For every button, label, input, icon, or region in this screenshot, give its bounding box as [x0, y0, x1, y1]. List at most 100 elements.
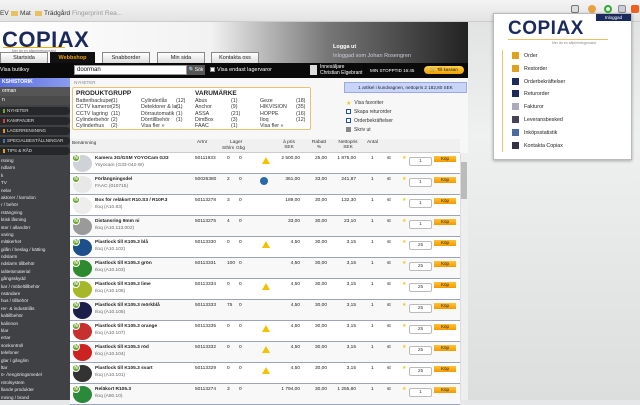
- brand-link[interactable]: HOPPE: [260, 111, 279, 117]
- shop-view-link[interactable]: Visa butikvy: [0, 67, 29, 73]
- sidebar-category[interactable]: mläkerhet: [0, 238, 70, 245]
- history-item[interactable]: n: [0, 96, 70, 105]
- popup-menu-returorder[interactable]: Returorder: [512, 90, 549, 98]
- sidebar-category[interactable]: ndslarm: [0, 253, 70, 260]
- col-artnr[interactable]: Artnr: [197, 140, 207, 145]
- cast-icon[interactable]: [571, 5, 579, 13]
- favorite-star-icon[interactable]: ★: [402, 387, 406, 392]
- sidebar-category[interactable]: kaltillbehör: [0, 312, 70, 319]
- col-name[interactable]: Benämning: [72, 141, 96, 146]
- buy-button[interactable]: Köp: [434, 303, 456, 309]
- popup-menu-leveransbesked[interactable]: Leveransbesked: [512, 116, 563, 123]
- tab-startsida[interactable]: Startsida: [0, 52, 48, 63]
- col-price[interactable]: à pris SEK: [278, 140, 300, 150]
- brand-link[interactable]: Visa fler »: [260, 123, 283, 129]
- product-name[interactable]: Box för reläkort R10.S3 / R10P.3: [95, 198, 167, 203]
- sidebar-category[interactable]: nsändare: [0, 290, 70, 297]
- product-name[interactable]: Plastlock till K105.3 svart: [95, 366, 153, 371]
- bookmark-tradgard[interactable]: Trädgård: [35, 10, 70, 17]
- brand-link[interactable]: HIKVISION: [260, 104, 287, 110]
- sidebar-category[interactable]: ltar: [0, 364, 70, 371]
- product-group-link[interactable]: Dörrtillbehör: [141, 117, 170, 123]
- sidebar-category[interactable]: rer- & industrilås: [0, 305, 70, 312]
- history-item[interactable]: orman: [0, 87, 70, 96]
- search-history-header[interactable]: KSHISTORIK: [0, 78, 70, 87]
- scrollbar-thumb[interactable]: [461, 162, 467, 199]
- sidebar-category[interactable]: gångsskydd: [0, 275, 70, 282]
- product-group-link[interactable]: Cylinderbehör: [76, 117, 109, 123]
- product-name[interactable]: Plastlock till K105.3 lime: [95, 282, 151, 287]
- print-link[interactable]: Skriv ut: [346, 127, 371, 133]
- buy-button[interactable]: Köp: [434, 177, 456, 183]
- buy-button[interactable]: Köp: [434, 198, 456, 204]
- quantity-input[interactable]: 25: [409, 262, 432, 271]
- product-group-link[interactable]: Visa fler »: [141, 123, 164, 129]
- product-name[interactable]: Plastlock till K105.3 orange: [95, 324, 157, 329]
- checkout-button[interactable]: 🛒 Till kassan: [424, 66, 464, 74]
- sidebar-button-tips-råd[interactable]: TIPS & RÅD: [0, 147, 70, 155]
- buy-button[interactable]: Köp: [434, 345, 456, 351]
- sidebar-button-nyheter[interactable]: NYHETER: [0, 107, 70, 115]
- product-name[interactable]: Förlängningsdel: [95, 177, 132, 182]
- product-name[interactable]: Reläkort R105.3: [95, 387, 131, 392]
- col-net[interactable]: Nettopris SEK: [335, 140, 361, 150]
- sidebar-category[interactable]: gilån / beslag / kätting: [0, 246, 70, 253]
- sidebar-button-lagerrensning[interactable]: LAGERRENSNING: [0, 127, 70, 135]
- favorite-star-icon[interactable]: ★: [402, 345, 406, 350]
- quantity-input[interactable]: 1: [409, 157, 432, 166]
- product-group-link[interactable]: CCTV lagring: [76, 111, 108, 117]
- favorite-star-icon[interactable]: ★: [402, 303, 406, 308]
- search-button[interactable]: 🔍Sök: [187, 65, 205, 75]
- create-return-link[interactable]: Skapa returorder: [346, 109, 392, 115]
- brand-link[interactable]: Geze: [260, 98, 273, 104]
- brand-link[interactable]: Iloq: [260, 117, 269, 123]
- sidebar-category[interactable]: ö- /rengöringsmedel: [0, 371, 70, 378]
- sidebar-category[interactable]: rstängning: [0, 209, 70, 216]
- popup-menu-kontakta-copiax[interactable]: Kontakta Copiax: [512, 141, 563, 149]
- product-name[interactable]: Plastlock till K105.3 grön: [95, 261, 152, 266]
- sidebar-category[interactable]: kalinnon: [0, 320, 70, 327]
- quantity-input[interactable]: 1: [409, 388, 432, 397]
- sidebar-category[interactable]: varing: [0, 231, 70, 238]
- quantity-input[interactable]: 25: [409, 304, 432, 313]
- copiax-extension-icon[interactable]: [618, 5, 626, 13]
- product-group-link[interactable]: Dörrautomatik: [141, 111, 174, 117]
- quantity-input[interactable]: 1: [409, 220, 432, 229]
- popup-menu-order[interactable]: Order: [512, 52, 538, 59]
- extension-icon[interactable]: [588, 5, 596, 13]
- sidebar-category[interactable]: k: [0, 172, 70, 179]
- sidebar-category[interactable]: ster / allandörr: [0, 224, 70, 231]
- sidebar-category[interactable]: nelar: [0, 187, 70, 194]
- bookmark-fingerprint[interactable]: Fingerprint Rea...: [72, 10, 122, 17]
- info-icon[interactable]: [260, 177, 268, 185]
- favorite-star-icon[interactable]: ★: [402, 366, 406, 371]
- stock-only-checkbox[interactable]: Visa endast lagervaror: [210, 67, 272, 73]
- popup-menu-fakturor[interactable]: Fakturor: [512, 103, 544, 111]
- sidebar-category[interactable]: rsning: [0, 157, 70, 164]
- quantity-input[interactable]: 25: [409, 346, 432, 355]
- sidebar-category[interactable]: ntrolsystem: [0, 379, 70, 386]
- product-group-link[interactable]: Cylinderhus: [76, 123, 104, 129]
- tab-webbshop[interactable]: Webbshop: [50, 52, 95, 63]
- buy-button[interactable]: Köp: [434, 324, 456, 330]
- favorite-star-icon[interactable]: ★: [402, 156, 406, 161]
- favorite-star-icon[interactable]: ★: [402, 240, 406, 245]
- brand-link[interactable]: Anchor: [195, 104, 212, 110]
- favorite-star-icon[interactable]: ★: [402, 198, 406, 203]
- tab-snabborder[interactable]: Snabborder: [102, 52, 150, 63]
- sidebar-category[interactable]: kar / möbeltillbehör: [0, 283, 70, 290]
- sidebar-button-kampanjer[interactable]: KAMPANJER: [0, 117, 70, 125]
- sidebar-category[interactable]: aktorer / larmdon: [0, 194, 70, 201]
- brand-link[interactable]: Abus: [195, 98, 207, 104]
- sidebar-category[interactable]: telefoner: [0, 349, 70, 356]
- popup-menu-restorder[interactable]: Restorder: [512, 64, 547, 72]
- sidebar-button-specialbeställningar[interactable]: SPECIALBESTÄLLNINGAR: [0, 137, 70, 145]
- bookmark-mat[interactable]: Mat: [11, 10, 31, 17]
- favorite-star-icon[interactable]: ★: [402, 324, 406, 329]
- breadcrumb[interactable]: NYHETER: [74, 80, 96, 85]
- brand-link[interactable]: ASSA: [195, 111, 209, 117]
- sidebar-category[interactable]: ertar: [0, 334, 70, 341]
- sidebar-category[interactable]: glar / gånglim: [0, 357, 70, 364]
- quantity-input[interactable]: 25: [409, 367, 432, 376]
- buy-button[interactable]: Köp: [434, 366, 456, 372]
